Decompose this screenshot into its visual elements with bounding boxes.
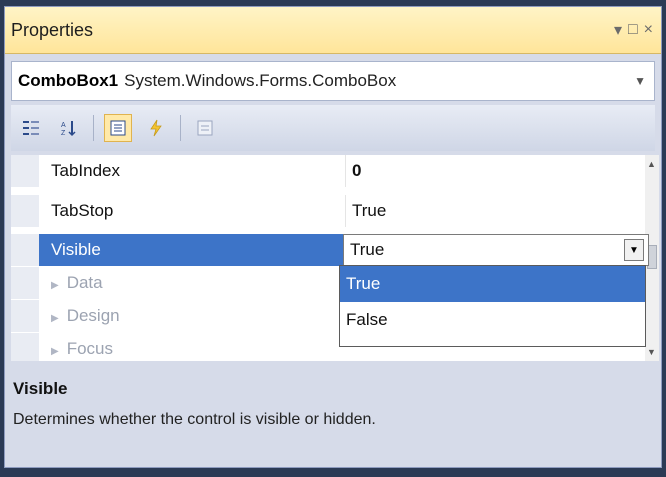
properties-icon[interactable] xyxy=(104,114,132,142)
properties-window: Properties ▾ □ × ComboBox1 System.Window… xyxy=(4,6,662,468)
description-title: Visible xyxy=(13,379,68,398)
window-menu-dropdown-icon[interactable]: ▾ xyxy=(614,20,622,40)
row-margin xyxy=(11,333,39,361)
property-name: TabIndex xyxy=(51,161,120,180)
scroll-up-icon[interactable]: ▲ xyxy=(647,159,656,169)
row-margin xyxy=(11,195,39,227)
events-icon[interactable] xyxy=(142,114,170,142)
object-selector[interactable]: ComboBox1 System.Windows.Forms.ComboBox … xyxy=(11,61,655,101)
value-dropdown-list: True False xyxy=(339,265,646,347)
toolbar-separator xyxy=(93,115,94,141)
alphabetical-icon[interactable]: AZ xyxy=(55,114,83,142)
svg-text:A: A xyxy=(61,122,66,129)
category-name: ▶ Data xyxy=(51,273,103,292)
row-margin xyxy=(11,155,39,187)
properties-toolbar: AZ xyxy=(11,105,655,151)
description-text: Determines whether the control is visibl… xyxy=(13,411,376,428)
category-name: ▶ Design xyxy=(51,306,120,325)
object-type: System.Windows.Forms.ComboBox xyxy=(124,71,397,90)
maximize-icon[interactable]: □ xyxy=(628,21,638,39)
property-row-tabindex[interactable]: TabIndex 0 xyxy=(11,155,655,187)
property-value[interactable]: True xyxy=(345,195,635,227)
categorized-icon[interactable] xyxy=(17,114,45,142)
chevron-down-icon[interactable]: ▼ xyxy=(634,74,646,88)
row-margin xyxy=(11,234,39,266)
row-margin xyxy=(11,300,39,332)
expand-icon[interactable]: ▶ xyxy=(51,313,59,324)
close-icon[interactable]: × xyxy=(644,21,653,39)
object-name: ComboBox1 xyxy=(18,71,119,90)
row-margin xyxy=(11,267,39,299)
category-name: ▶ Focus xyxy=(51,339,113,358)
property-name: TabStop xyxy=(51,201,114,220)
toolbar-separator xyxy=(180,115,181,141)
dropdown-option-true[interactable]: True xyxy=(340,266,645,302)
description-pane: Visible Determines whether the control i… xyxy=(11,369,655,461)
property-pages-icon[interactable] xyxy=(191,114,219,142)
chevron-down-icon[interactable]: ▼ xyxy=(624,239,644,261)
property-row-tabstop[interactable]: TabStop True xyxy=(11,195,655,227)
expand-icon[interactable]: ▶ xyxy=(51,280,59,291)
property-name: Visible xyxy=(39,234,345,266)
combobox-value: True xyxy=(350,240,385,259)
expand-icon[interactable]: ▶ xyxy=(51,346,59,357)
scroll-down-icon[interactable]: ▼ xyxy=(647,347,656,357)
visible-value-combobox[interactable]: True ▼ xyxy=(343,234,649,266)
title-bar[interactable]: Properties ▾ □ × xyxy=(5,7,661,54)
window-buttons: ▾ □ × xyxy=(614,20,653,40)
property-value[interactable]: 0 xyxy=(345,155,635,187)
svg-text:Z: Z xyxy=(61,130,66,137)
dropdown-option-false[interactable]: False xyxy=(340,302,645,338)
window-title: Properties xyxy=(11,19,94,40)
